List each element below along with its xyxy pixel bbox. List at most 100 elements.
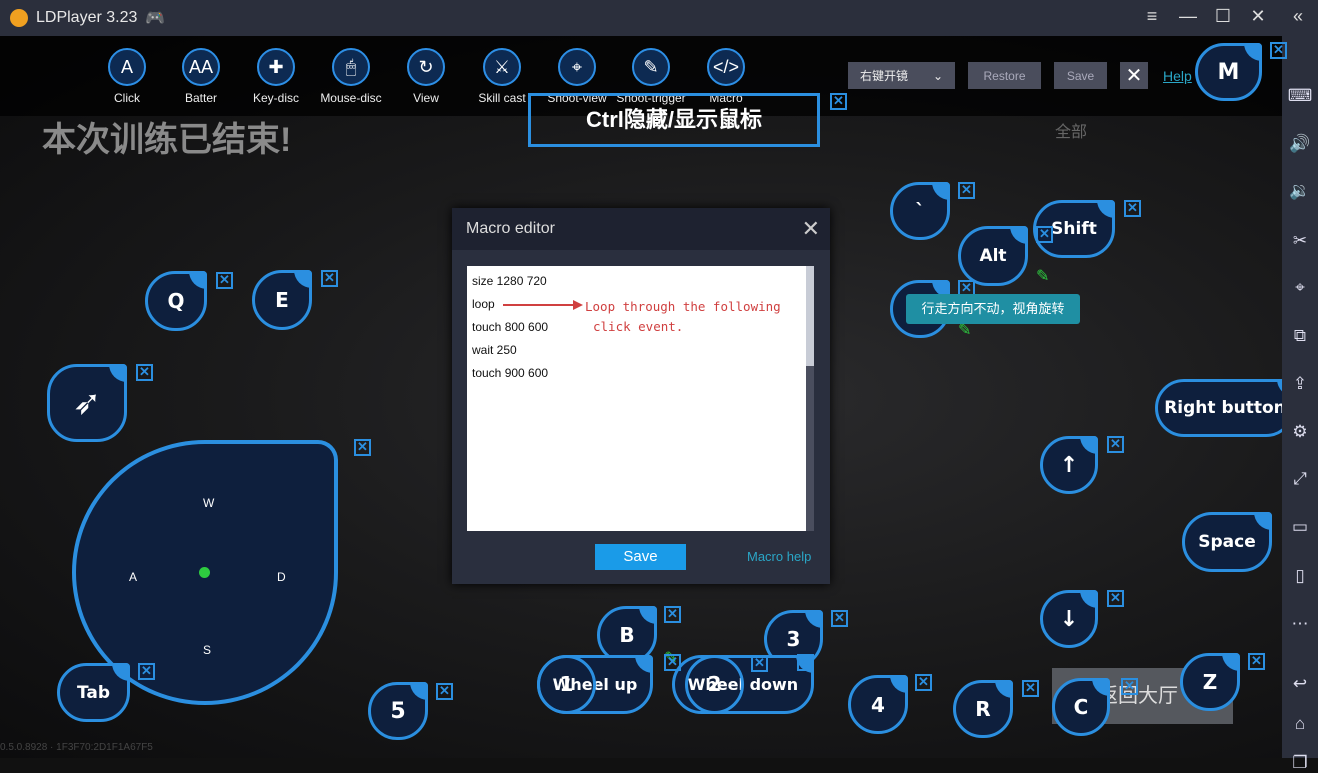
minimize-button[interactable]: — bbox=[1176, 6, 1200, 27]
delete-key-icon[interactable]: ✕ bbox=[354, 439, 371, 456]
close-window-button[interactable]: ✕ bbox=[1246, 6, 1270, 27]
scope-mode-dropdown[interactable]: 右键开镜 ⌄ bbox=[848, 62, 955, 89]
key-z[interactable]: Z bbox=[1180, 653, 1240, 711]
tool-click[interactable]: A Click bbox=[87, 48, 167, 105]
macro-line: size 1280 720 bbox=[472, 274, 547, 288]
tool-label: Click bbox=[114, 91, 140, 105]
crosshair-icon: ⌖ bbox=[558, 48, 596, 86]
key-alt[interactable]: Alt bbox=[958, 226, 1028, 286]
delete-key-icon[interactable]: ✕ bbox=[1036, 226, 1053, 243]
key-label: 5 bbox=[390, 698, 406, 724]
key-r[interactable]: R bbox=[953, 680, 1013, 738]
volume-down-icon[interactable]: 🔉 bbox=[1282, 181, 1318, 201]
save-keymap-button[interactable]: Save bbox=[1054, 62, 1107, 89]
close-dialog-icon[interactable]: ✕ bbox=[802, 208, 820, 250]
version-text: 0.5.0.8928 · 1F3F70:2D1F1A67F5 bbox=[0, 742, 153, 753]
key-tab[interactable]: Tab bbox=[57, 663, 130, 722]
dialog-header: Macro editor ✕ bbox=[452, 208, 830, 250]
macro-help-link[interactable]: Macro help bbox=[747, 549, 811, 564]
screen-icon[interactable]: ▭ bbox=[1282, 517, 1318, 537]
delete-key-icon[interactable]: ✕ bbox=[915, 674, 932, 691]
tool-key-disc[interactable]: ✚ Key-disc bbox=[236, 48, 316, 105]
maximize-button[interactable]: ☐ bbox=[1211, 6, 1235, 27]
settings-icon[interactable]: ⚙ bbox=[1282, 422, 1318, 442]
scrollbar[interactable] bbox=[806, 266, 814, 531]
delete-key-icon[interactable]: ✕ bbox=[1107, 590, 1124, 607]
key-right-button[interactable]: Right button bbox=[1155, 379, 1295, 437]
key-space[interactable]: Space bbox=[1182, 512, 1272, 572]
key-q[interactable]: Q bbox=[145, 271, 207, 331]
tool-view[interactable]: ↻ View bbox=[386, 48, 466, 105]
delete-key-icon[interactable]: ✕ bbox=[831, 610, 848, 627]
fullscreen-icon[interactable]: ⤢ bbox=[1282, 469, 1318, 489]
key-m[interactable]: M bbox=[1195, 43, 1262, 101]
back-icon[interactable]: ↩ bbox=[1282, 674, 1318, 694]
apk-install-icon[interactable]: ⇪ bbox=[1282, 374, 1318, 394]
key-label: E bbox=[275, 288, 289, 312]
macro-save-button[interactable]: Save bbox=[595, 544, 686, 570]
delete-key-icon[interactable]: ✕ bbox=[830, 93, 847, 110]
key-up[interactable]: ↑ bbox=[1040, 436, 1098, 494]
click-icon: A bbox=[108, 48, 146, 86]
skill-cast-key[interactable]: ➶ bbox=[47, 364, 127, 442]
delete-key-icon[interactable]: ✕ bbox=[1270, 42, 1287, 59]
joystick-center-dot bbox=[199, 567, 210, 578]
bullet-icon: ➶ bbox=[72, 383, 102, 423]
macro-textarea[interactable]: size 1280 720 loop touch 800 600 wait 25… bbox=[467, 266, 814, 531]
arrow-head bbox=[573, 300, 583, 310]
delete-key-icon[interactable]: ✕ bbox=[1121, 678, 1138, 695]
key-label: Alt bbox=[979, 246, 1007, 266]
ctrl-hide-mouse-key[interactable]: Ctrl隐藏/显示鼠标 bbox=[528, 93, 820, 147]
key-label: ↑ bbox=[1059, 452, 1079, 478]
tool-batter[interactable]: AA Batter bbox=[161, 48, 241, 105]
ldplayer-logo-icon bbox=[10, 9, 28, 27]
key-five[interactable]: 5 bbox=[368, 682, 428, 740]
delete-key-icon[interactable]: ✕ bbox=[664, 654, 681, 671]
restore-button[interactable]: Restore bbox=[968, 62, 1041, 89]
key-label: 3 bbox=[786, 627, 801, 651]
shake-icon[interactable]: ▯ bbox=[1282, 566, 1318, 586]
key-down[interactable]: ↓ bbox=[1040, 590, 1098, 648]
tool-mouse-disc[interactable]: 🖱 Mouse-disc bbox=[311, 48, 391, 105]
key-c[interactable]: C bbox=[1052, 678, 1110, 736]
delete-key-icon[interactable]: ✕ bbox=[1022, 680, 1039, 697]
delete-key-icon[interactable]: ✕ bbox=[1248, 653, 1265, 670]
location-icon[interactable]: ⌖ bbox=[1282, 278, 1318, 298]
edit-pencil-icon[interactable]: ✎ bbox=[1036, 266, 1049, 286]
key-label: ` bbox=[915, 200, 925, 222]
multi-window-icon[interactable]: ⧉ bbox=[1282, 326, 1318, 346]
macro-editor-dialog: Macro editor ✕ size 1280 720 loop touch … bbox=[452, 208, 830, 584]
scrollbar-thumb[interactable] bbox=[806, 366, 814, 531]
delete-key-icon[interactable]: ✕ bbox=[136, 364, 153, 381]
app-title: LDPlayer 3.23 bbox=[36, 9, 138, 26]
delete-key-icon[interactable]: ✕ bbox=[1124, 200, 1141, 217]
key-label: Tab bbox=[76, 682, 111, 703]
scissors-icon[interactable]: ✂ bbox=[1282, 231, 1318, 251]
recent-apps-icon[interactable]: ❐ bbox=[1282, 753, 1318, 773]
menu-button[interactable]: ≡ bbox=[1140, 6, 1164, 27]
delete-key-icon[interactable]: ✕ bbox=[436, 683, 453, 700]
volume-up-icon[interactable]: 🔊 bbox=[1282, 134, 1318, 154]
key-backtick[interactable]: ` bbox=[890, 182, 950, 240]
delete-key-icon[interactable]: ✕ bbox=[958, 182, 975, 199]
gamepad-icon[interactable]: 🎮 bbox=[145, 8, 165, 28]
delete-key-icon[interactable]: ✕ bbox=[797, 654, 814, 671]
key-wheel-up[interactable]: 1 Wheel up bbox=[537, 655, 653, 714]
delete-key-icon[interactable]: ✕ bbox=[216, 272, 233, 289]
more-icon[interactable]: ⋯ bbox=[1282, 614, 1318, 634]
training-ended-banner: 本次训练已结束! bbox=[42, 121, 292, 159]
delete-key-icon[interactable]: ✕ bbox=[664, 606, 681, 623]
help-link[interactable]: Help bbox=[1163, 68, 1192, 84]
collapse-sidebar-button[interactable]: « bbox=[1286, 6, 1310, 27]
delete-key-icon[interactable]: ✕ bbox=[1107, 436, 1124, 453]
home-icon[interactable]: ⌂ bbox=[1282, 714, 1318, 734]
delete-key-icon[interactable]: ✕ bbox=[751, 655, 768, 672]
delete-key-icon[interactable]: ✕ bbox=[321, 270, 338, 287]
key-four[interactable]: 4 bbox=[848, 675, 908, 734]
close-keymap-button[interactable]: ✕ bbox=[1120, 62, 1148, 89]
key-e[interactable]: E bbox=[252, 270, 312, 330]
delete-key-icon[interactable]: ✕ bbox=[138, 663, 155, 680]
dialog-title: Macro editor bbox=[466, 220, 555, 237]
keyboard-icon[interactable]: ⌨ bbox=[1282, 86, 1318, 106]
key-wheel-down[interactable]: 2 Wheel down bbox=[672, 655, 814, 714]
